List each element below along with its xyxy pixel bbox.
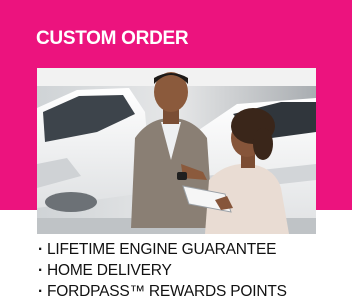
promo-title: CUSTOM ORDER: [36, 28, 189, 49]
benefit-label: FORDPASS™ REWARDS POINTS: [47, 283, 287, 300]
bullet: ·: [38, 241, 43, 258]
bullet: ·: [38, 262, 43, 279]
custom-order-promo-card: CUSTOM ORDER · LIFETIME ENGINE GUARANTEE…: [0, 0, 352, 307]
list-item: · LIFETIME ENGINE GUARANTEE: [38, 239, 287, 260]
benefit-label: HOME DELIVERY: [47, 262, 172, 279]
benefit-label: LIFETIME ENGINE GUARANTEE: [47, 241, 277, 258]
list-item: · FORDPASS™ REWARDS POINTS: [38, 281, 287, 302]
bullet: ·: [38, 283, 43, 300]
benefits-list: · LIFETIME ENGINE GUARANTEE · HOME DELIVER…: [38, 239, 287, 302]
showroom-photo: [37, 68, 316, 234]
list-item: · HOME DELIVERY: [38, 260, 287, 281]
